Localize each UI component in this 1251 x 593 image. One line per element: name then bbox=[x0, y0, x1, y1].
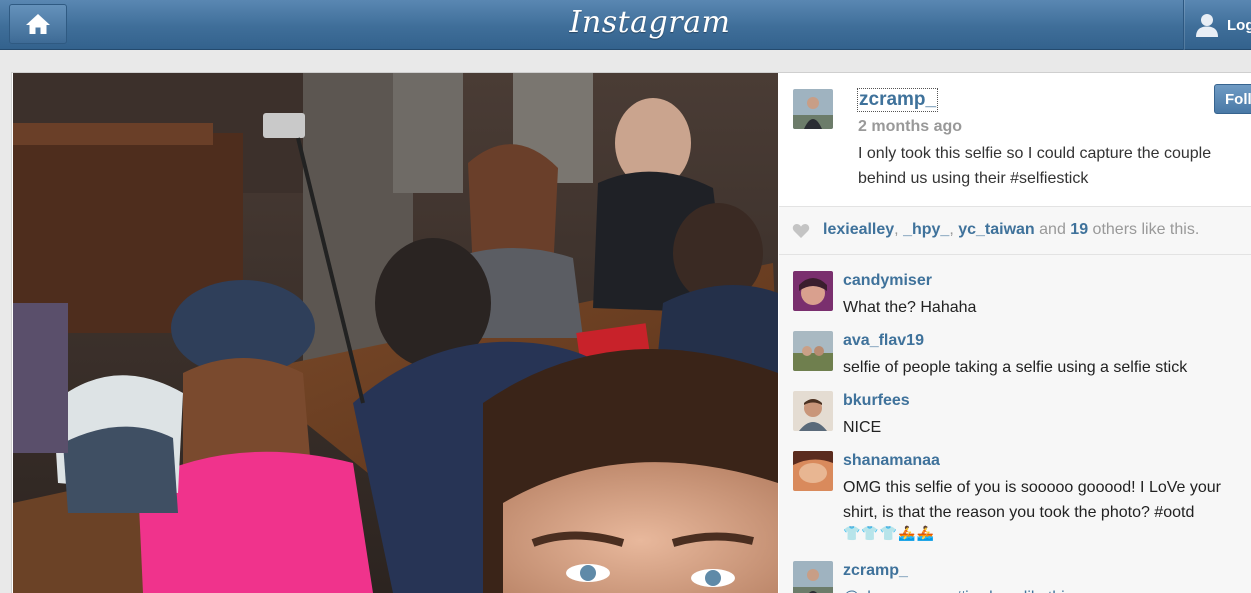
commenter-avatar[interactable] bbox=[793, 331, 833, 371]
commenter-avatar[interactable] bbox=[793, 451, 833, 491]
likes-and-text: and bbox=[1039, 221, 1066, 238]
likes-suffix: others like this. bbox=[1092, 221, 1200, 238]
post-caption: I only took this selfie so I could captu… bbox=[858, 145, 1212, 187]
heart-icon[interactable] bbox=[792, 223, 810, 239]
login-link[interactable]: Log bbox=[1227, 17, 1251, 34]
comment-emoji: 👕👕👕🚣🚣 bbox=[843, 525, 936, 541]
comment-text: @shanamanaa #iwokeuplikethis bbox=[843, 585, 1251, 593]
liker-link[interactable]: lexiealley bbox=[823, 221, 894, 238]
instagram-logo[interactable]: Instagram bbox=[560, 3, 740, 43]
comment-text: selfie of people taking a selfie using a… bbox=[843, 359, 1188, 376]
commenter-avatar[interactable] bbox=[793, 391, 833, 431]
comment-username[interactable]: shanamanaa bbox=[843, 451, 940, 471]
post-details-panel: zcramp_ 2 months ago I only took this se… bbox=[779, 73, 1251, 593]
owner-username[interactable]: zcramp_ bbox=[856, 88, 939, 112]
comment-username[interactable]: ava_flav19 bbox=[843, 331, 924, 351]
likes-summary: lexiealley, _hpy_, yc_taiwan and 19 othe… bbox=[823, 221, 1200, 238]
likes-row: lexiealley, _hpy_, yc_taiwan and 19 othe… bbox=[779, 207, 1251, 254]
comment-username[interactable]: bkurfees bbox=[843, 391, 910, 411]
comments-list: candymiser What the? Hahaha ava_flav19 s… bbox=[779, 255, 1251, 593]
home-icon bbox=[26, 14, 50, 34]
user-icon bbox=[1196, 14, 1218, 37]
follow-button[interactable]: Foll bbox=[1214, 84, 1251, 114]
post-photo[interactable] bbox=[13, 73, 778, 593]
liker-link[interactable]: _hpy_ bbox=[903, 221, 949, 238]
selfie-image bbox=[13, 73, 778, 593]
comment-text: What the? Hahaha bbox=[843, 299, 977, 316]
comment-text: NICE bbox=[843, 419, 882, 436]
commenter-avatar[interactable] bbox=[793, 561, 833, 593]
user-menu[interactable]: Log bbox=[1183, 0, 1251, 50]
post-timestamp[interactable]: 2 months ago bbox=[858, 118, 962, 136]
comment-username[interactable]: zcramp_ bbox=[843, 561, 908, 581]
top-navigation-bar: Instagram Log bbox=[0, 0, 1251, 50]
commenter-avatar[interactable] bbox=[793, 271, 833, 311]
owner-avatar[interactable] bbox=[793, 89, 833, 129]
comment-username[interactable]: candymiser bbox=[843, 271, 932, 291]
likes-others-count[interactable]: 19 bbox=[1070, 221, 1088, 238]
comment-text: OMG this selfie of you is sooooo gooood!… bbox=[843, 479, 1221, 521]
home-button[interactable] bbox=[9, 4, 67, 44]
liker-link[interactable]: yc_taiwan bbox=[958, 221, 1034, 238]
